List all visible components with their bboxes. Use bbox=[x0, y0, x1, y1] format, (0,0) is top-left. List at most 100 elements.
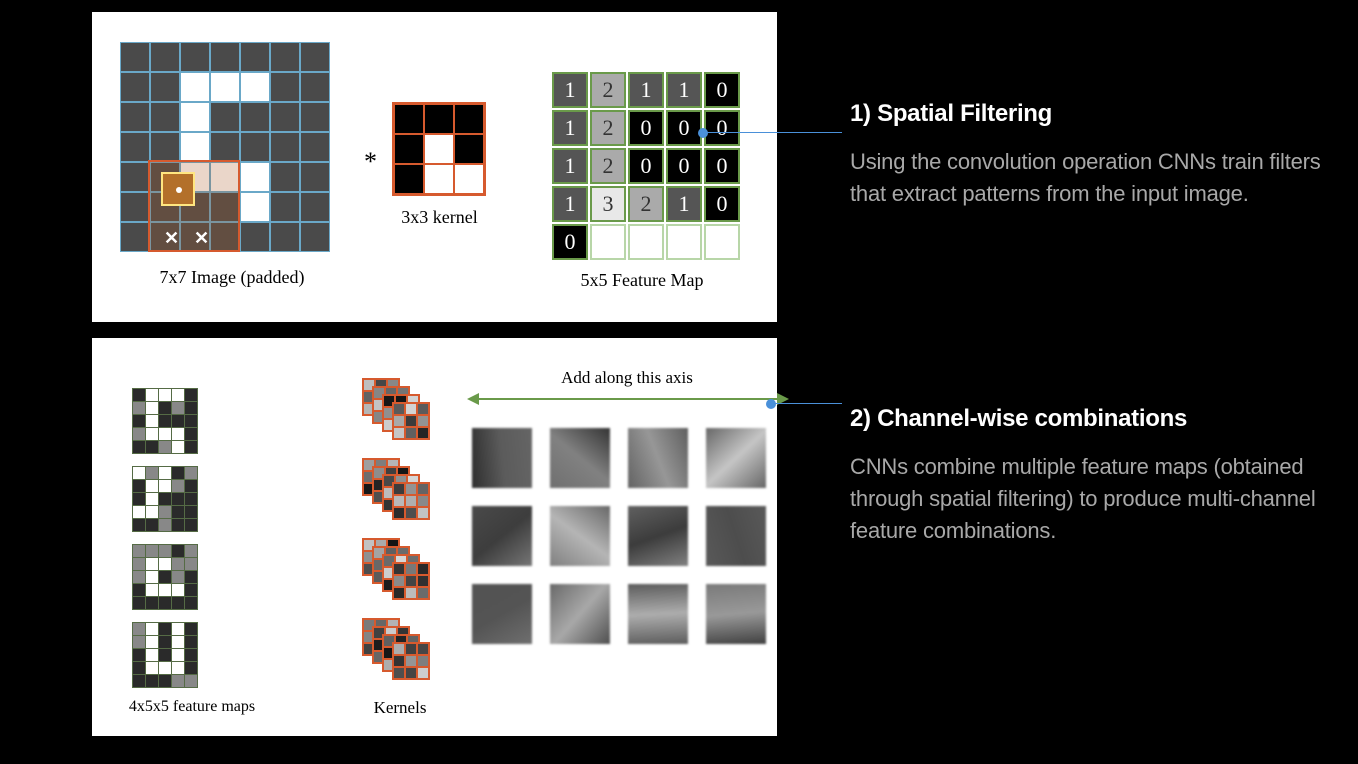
image-cell bbox=[120, 102, 150, 132]
mini-kernel bbox=[392, 482, 430, 520]
image-cell bbox=[240, 102, 270, 132]
output-feature-grid bbox=[472, 428, 766, 644]
featuremap-cell: 1 bbox=[552, 186, 588, 222]
output-feature bbox=[472, 506, 532, 566]
kernel-cell bbox=[454, 134, 484, 164]
image-cell bbox=[270, 102, 300, 132]
featuremap-cell: 0 bbox=[666, 148, 702, 184]
image-cell bbox=[120, 192, 150, 222]
kernels-label: Kernels bbox=[350, 698, 450, 718]
kernel-cell bbox=[394, 134, 424, 164]
kernel-group bbox=[362, 458, 452, 528]
image-cell bbox=[210, 102, 240, 132]
image-cell bbox=[150, 42, 180, 72]
image-cell bbox=[240, 192, 270, 222]
image-cell bbox=[270, 162, 300, 192]
image-cell bbox=[240, 162, 270, 192]
convolution-operator: * bbox=[364, 147, 377, 177]
image-cell bbox=[120, 222, 150, 252]
featuremap-cell: 2 bbox=[590, 148, 626, 184]
callout-dot-icon bbox=[766, 399, 776, 409]
image-cell bbox=[270, 192, 300, 222]
image-cell bbox=[150, 132, 180, 162]
image-cell bbox=[300, 132, 330, 162]
stack-label: 4x5x5 feature maps bbox=[112, 698, 272, 716]
image-cell bbox=[300, 72, 330, 102]
image-cell bbox=[270, 72, 300, 102]
image-cell bbox=[120, 42, 150, 72]
image-cell bbox=[210, 132, 240, 162]
image-cell bbox=[210, 72, 240, 102]
featuremap-cell bbox=[704, 224, 740, 260]
section-heading: 1) Spatial Filtering bbox=[850, 100, 1330, 128]
kernel-cell bbox=[454, 104, 484, 134]
featuremap-cell: 0 bbox=[628, 110, 664, 146]
output-feature bbox=[550, 506, 610, 566]
image-cell bbox=[240, 132, 270, 162]
featuremap-cell: 0 bbox=[704, 72, 740, 108]
featuremap-cell: 2 bbox=[628, 186, 664, 222]
arrow-head-left-icon bbox=[467, 393, 479, 405]
image-cell bbox=[270, 132, 300, 162]
image-cell bbox=[120, 132, 150, 162]
section-body: Using the convolution operation CNNs tra… bbox=[850, 146, 1330, 210]
kernel-cell bbox=[424, 164, 454, 194]
kernel-cell bbox=[394, 104, 424, 134]
featuremap-cell: 3 bbox=[590, 186, 626, 222]
feature-map-grid: 121101200012000132100 bbox=[552, 72, 740, 260]
small-feature-map bbox=[132, 388, 198, 454]
channel-combination-panel: Add along this axis 4x5x5 feature maps K… bbox=[92, 338, 777, 736]
kernel-cell bbox=[394, 164, 424, 194]
output-feature bbox=[550, 584, 610, 644]
featuremap-cell: 0 bbox=[704, 110, 740, 146]
featuremap-cell bbox=[628, 224, 664, 260]
kernel-cell bbox=[424, 134, 454, 164]
image-cell bbox=[180, 42, 210, 72]
output-feature bbox=[628, 428, 688, 488]
featuremap-label: 5x5 Feature Map bbox=[557, 270, 727, 291]
small-feature-map bbox=[132, 466, 198, 532]
image-cell bbox=[300, 162, 330, 192]
image-cell bbox=[270, 42, 300, 72]
image-cell bbox=[120, 162, 150, 192]
kernel-cell bbox=[454, 164, 484, 194]
section-body: CNNs combine multiple feature maps (obta… bbox=[850, 451, 1330, 547]
output-feature bbox=[472, 428, 532, 488]
featuremap-cell: 0 bbox=[666, 110, 702, 146]
output-feature bbox=[706, 428, 766, 488]
image-cell bbox=[150, 72, 180, 102]
arrow-label: Add along this axis bbox=[517, 368, 737, 388]
featuremap-cell: 1 bbox=[552, 148, 588, 184]
image-cell bbox=[240, 72, 270, 102]
image-cell bbox=[240, 42, 270, 72]
featuremap-cell: 2 bbox=[590, 72, 626, 108]
featuremap-cell: 0 bbox=[704, 186, 740, 222]
image-cell bbox=[270, 222, 300, 252]
output-feature bbox=[706, 584, 766, 644]
image-cell bbox=[300, 192, 330, 222]
image-cell bbox=[180, 132, 210, 162]
add-axis-arrow bbox=[477, 398, 777, 400]
image-cell bbox=[120, 72, 150, 102]
featuremap-cell: 2 bbox=[590, 110, 626, 146]
kernel-stack bbox=[362, 378, 452, 698]
section-heading: 2) Channel-wise combinations bbox=[850, 405, 1330, 433]
featuremap-cell: 0 bbox=[628, 148, 664, 184]
kernel-center-marker bbox=[161, 172, 195, 206]
x-mark-icon: ✕ bbox=[194, 228, 209, 249]
image-cell bbox=[300, 102, 330, 132]
kernel-group bbox=[362, 378, 452, 448]
output-feature bbox=[706, 506, 766, 566]
mini-kernel bbox=[392, 562, 430, 600]
small-feature-map bbox=[132, 622, 198, 688]
kernel-cell bbox=[424, 104, 454, 134]
image-cell bbox=[300, 42, 330, 72]
featuremap-cell: 1 bbox=[628, 72, 664, 108]
x-mark-icon: ✕ bbox=[164, 228, 179, 249]
spatial-filtering-panel: ✕ ✕ * 121101200012000132100 7x7 Image (p… bbox=[92, 12, 777, 322]
featuremap-cell bbox=[590, 224, 626, 260]
callout-line bbox=[705, 132, 842, 133]
image-cell bbox=[150, 102, 180, 132]
kernel-group bbox=[362, 618, 452, 688]
spatial-filtering-description: 1) Spatial Filtering Using the convoluti… bbox=[850, 100, 1330, 210]
